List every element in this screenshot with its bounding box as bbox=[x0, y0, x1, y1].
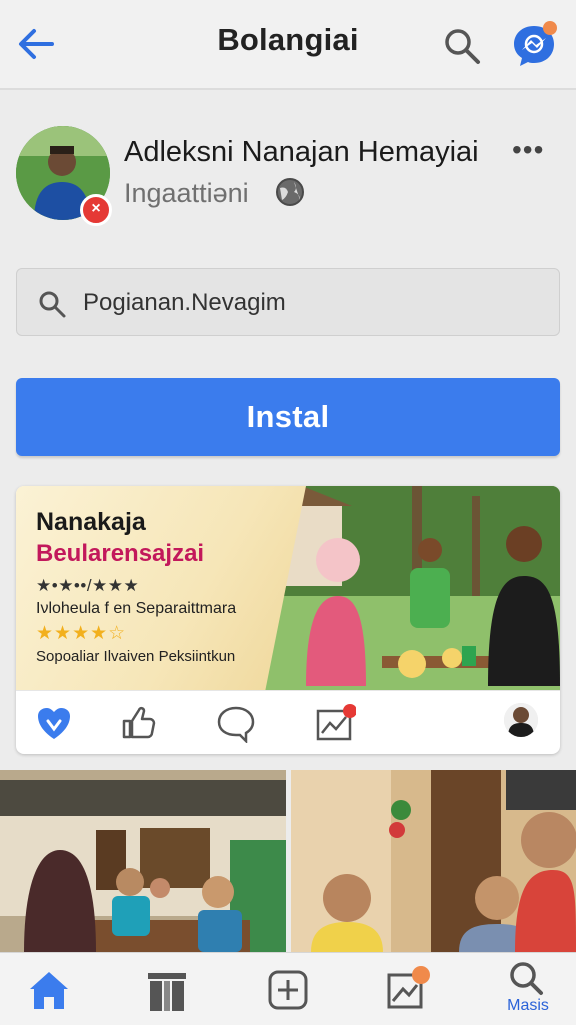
heart-shield-icon[interactable] bbox=[34, 703, 74, 743]
search-input[interactable] bbox=[81, 283, 545, 323]
status-badge: × bbox=[80, 194, 112, 226]
action-bar bbox=[16, 690, 560, 754]
like-icon[interactable] bbox=[118, 703, 158, 743]
ad-photo[interactable] bbox=[262, 486, 560, 690]
ad-subtitle: Beularensajzai bbox=[36, 540, 205, 567]
globe-icon bbox=[276, 178, 304, 206]
ad-description: Iνloheula f en Separaittmara bbox=[36, 600, 237, 617]
notifications-icon[interactable] bbox=[383, 965, 433, 1015]
search-icon bbox=[39, 291, 66, 318]
ad-card[interactable]: Nanakaja Beularensajzai ★•★••/★★★ Iνlohe… bbox=[16, 486, 560, 754]
home-icon[interactable] bbox=[24, 965, 74, 1015]
more-options-icon[interactable]: ••• bbox=[512, 134, 544, 166]
top-app-bar: Bolangiai bbox=[0, 0, 576, 90]
ad-rating-text: ★•★••/★★★ bbox=[36, 576, 140, 595]
photo-thumbnail[interactable] bbox=[0, 770, 286, 952]
install-button[interactable]: Instal bbox=[16, 378, 560, 456]
add-icon[interactable] bbox=[263, 965, 313, 1015]
profile-subtitle: Ingaattiəni bbox=[124, 178, 249, 208]
search-icon[interactable] bbox=[442, 26, 482, 66]
bottom-navigation: Masis bbox=[0, 952, 576, 1025]
search-icon[interactable] bbox=[503, 959, 551, 999]
user-avatar-icon[interactable] bbox=[504, 703, 538, 737]
share-chart-icon[interactable] bbox=[316, 703, 356, 743]
library-icon[interactable] bbox=[142, 965, 192, 1015]
app-title: Bolangiai bbox=[217, 22, 359, 57]
star-rating: ★★★★☆ bbox=[36, 623, 127, 644]
nav-label-search[interactable]: Masis bbox=[488, 997, 568, 1015]
profile-name: Adleksni Nanajan Hemayiai bbox=[124, 136, 479, 168]
comment-icon[interactable] bbox=[216, 703, 256, 743]
ad-footnote: Sopoaliar Ilvaiven Peksiintkun bbox=[36, 648, 236, 665]
photo-thumbnail[interactable] bbox=[291, 770, 576, 952]
ad-title: Nanakaja bbox=[36, 508, 146, 536]
search-bar[interactable] bbox=[16, 268, 560, 336]
profile-header: × Adleksni Nanajan Hemayiai ••• Ingaatti… bbox=[0, 120, 576, 230]
messenger-icon[interactable] bbox=[508, 16, 562, 70]
